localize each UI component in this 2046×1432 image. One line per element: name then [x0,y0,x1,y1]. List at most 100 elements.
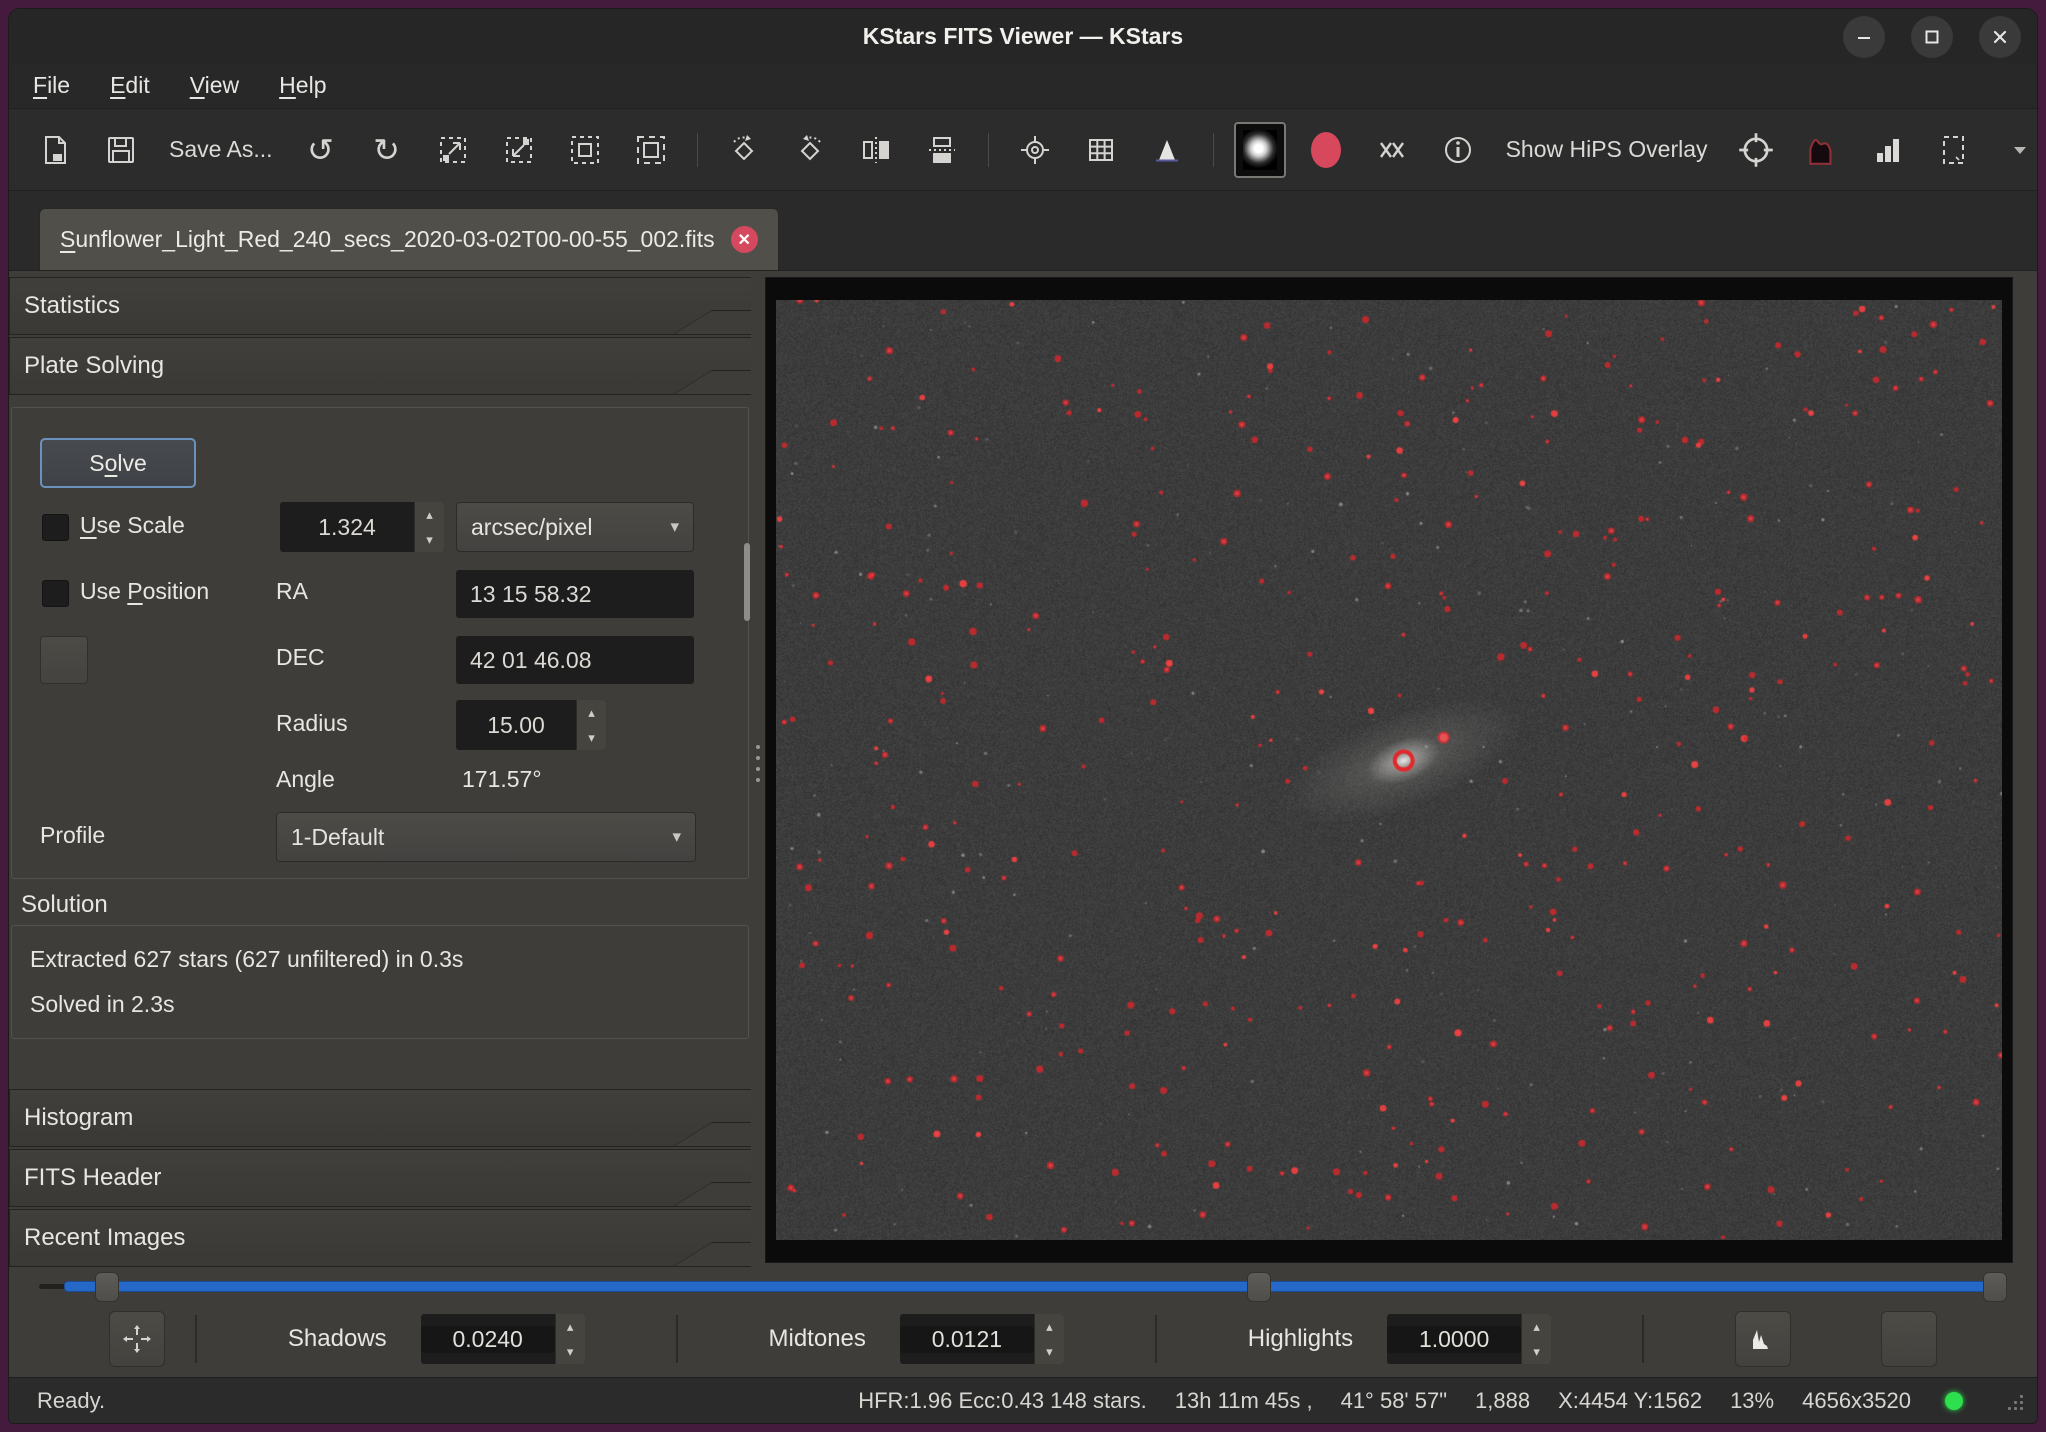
spin-down-icon[interactable]: ▾ [1035,1339,1064,1364]
crosshair-button[interactable] [1009,122,1061,178]
save-as-button[interactable]: Save As... [161,136,281,163]
show-histogram-button[interactable] [1735,1311,1791,1367]
scale-spinbox[interactable]: 1.324 ▴▾ [280,502,444,552]
spin-up-icon[interactable]: ▴ [1522,1314,1551,1339]
show-hips-overlay-button[interactable]: Show HiPS Overlay [1498,136,1716,163]
histogram-stretch-icon [1804,132,1840,168]
midtones-label: Midtones [769,1325,866,1353]
maximize-button[interactable] [1911,16,1953,58]
shadows-spinbox[interactable]: 0.0240 ▴▾ [421,1314,585,1364]
shadows-slider-handle[interactable] [95,1272,119,1302]
flip-horizontal-icon [859,133,893,167]
panel-tab-statistics[interactable]: Statistics [9,277,751,335]
menu-edit[interactable]: Edit [110,72,150,99]
highlights-slider-handle[interactable] [1983,1272,2007,1302]
menu-view[interactable]: View [190,72,239,99]
close-icon [1992,29,2008,45]
tab-sunflower-fits[interactable]: Sunflower_Light_Red_240_secs_2020-03-02T… [39,208,779,270]
spin-up-icon[interactable]: ▴ [1035,1314,1064,1339]
use-position-checkbox[interactable] [42,580,69,607]
save-button[interactable] [95,122,147,178]
open-file-button[interactable] [29,122,81,178]
panel-tab-fits-header[interactable]: FITS Header [9,1149,751,1207]
save-icon [104,133,138,167]
panel-tab-histogram[interactable]: Histogram [9,1089,751,1147]
panel-tab-recent-images[interactable]: Recent Images [9,1209,751,1267]
rotate-right-button[interactable] [718,122,770,178]
view-star-profile-button[interactable] [1234,122,1286,178]
spin-down-icon[interactable]: ▾ [577,725,606,750]
panel-scrollbar-thumb[interactable] [744,543,750,621]
spin-down-icon[interactable]: ▾ [556,1339,585,1364]
minimize-button[interactable] [1843,16,1885,58]
grid-icon [1084,133,1118,167]
spin-down-icon[interactable]: ▾ [415,527,444,552]
resize-grip[interactable] [2005,1392,2023,1410]
zoom-in-button[interactable] [427,122,479,178]
panel-splitter[interactable] [751,271,765,1271]
midtones-slider-handle[interactable] [1247,1272,1271,1302]
tab-close-button[interactable]: ✕ [731,226,758,253]
profile-label: Profile [40,822,105,849]
scale-units-combo[interactable]: arcsec/pixel▾ [456,502,694,552]
redo-button[interactable]: ↻ [361,122,413,178]
profile-combo[interactable]: 1-Default▾ [276,812,696,862]
zoom-100-icon [634,133,668,167]
toolbar-separator [988,133,989,167]
zoom-100-button[interactable] [625,122,677,178]
close-button[interactable] [1979,16,2021,58]
solution-line-extracted: Extracted 627 stars (627 unfiltered) in … [30,946,730,973]
open-file-icon [38,133,72,167]
spin-up-icon[interactable]: ▴ [556,1314,585,1339]
fits-info-button[interactable] [1432,122,1484,178]
window-title: KStars FITS Viewer — KStars [9,23,2037,50]
ra-field[interactable]: 13 15 58.32 [456,570,694,618]
toggle-stretch-button[interactable] [1796,122,1848,178]
redo-icon: ↻ [373,134,400,166]
image-statistics-button[interactable] [1862,122,1914,178]
use-scale-checkbox[interactable] [42,514,69,541]
rotate-left-button[interactable] [784,122,836,178]
panel-tab-plate-solving[interactable]: Plate Solving [9,337,751,395]
controls-separator [195,1315,197,1363]
status-led-icon [1945,1392,1963,1410]
chevron-down-icon [2011,141,2029,159]
zoom-fit-button[interactable] [559,122,611,178]
spin-down-icon[interactable]: ▾ [1522,1339,1551,1364]
unmark-stars-button[interactable] [1366,122,1418,178]
zoom-out-button[interactable] [493,122,545,178]
status-hfr: HFR:1.96 Ecc:0.43 148 stars. [858,1388,1147,1414]
angle-value: 171.57° [462,766,542,793]
status-zoom: 13% [1730,1388,1774,1414]
pyramid-button[interactable] [1141,122,1193,178]
flip-vertical-button[interactable] [916,122,968,178]
slider-fill [64,1281,1989,1292]
midtones-spinbox[interactable]: 0.0121 ▴▾ [900,1314,1064,1364]
highlights-spinbox[interactable]: 1.0000 ▴▾ [1387,1314,1551,1364]
menu-bar: File Edit View Help [9,63,2037,109]
menu-help[interactable]: Help [279,72,326,99]
menu-file[interactable]: File [33,72,70,99]
fits-image-canvas[interactable] [776,300,2002,1240]
flip-horizontal-button[interactable] [850,122,902,178]
toolbar-separator [697,133,698,167]
splitter-handle-icon [756,745,760,782]
dec-field[interactable]: 42 01 46.08 [456,636,694,684]
solve-button[interactable]: Solve [40,438,196,488]
auto-stretch-button[interactable] [109,1311,165,1367]
spin-up-icon[interactable]: ▴ [577,700,606,725]
status-resolution: 4656x3520 [1802,1388,1911,1414]
grid-button[interactable] [1075,122,1127,178]
status-ra: 13h 11m 45s , [1175,1388,1313,1414]
undo-button[interactable]: ↺ [295,122,347,178]
mark-stars-button[interactable] [1300,122,1352,178]
use-position-label: Use Position [80,578,209,605]
selection-stats-dropdown[interactable] [1994,122,2038,178]
position-extra-button[interactable] [40,636,88,684]
spin-up-icon[interactable]: ▴ [415,502,444,527]
center-telescope-button[interactable] [1730,122,1782,178]
selection-statistics-button[interactable] [1928,122,1980,178]
radius-spinbox[interactable]: 15.00 ▴▾ [456,700,606,750]
title-bar[interactable]: KStars FITS Viewer — KStars [9,9,2037,63]
blank-toggle-button[interactable] [1881,1311,1937,1367]
